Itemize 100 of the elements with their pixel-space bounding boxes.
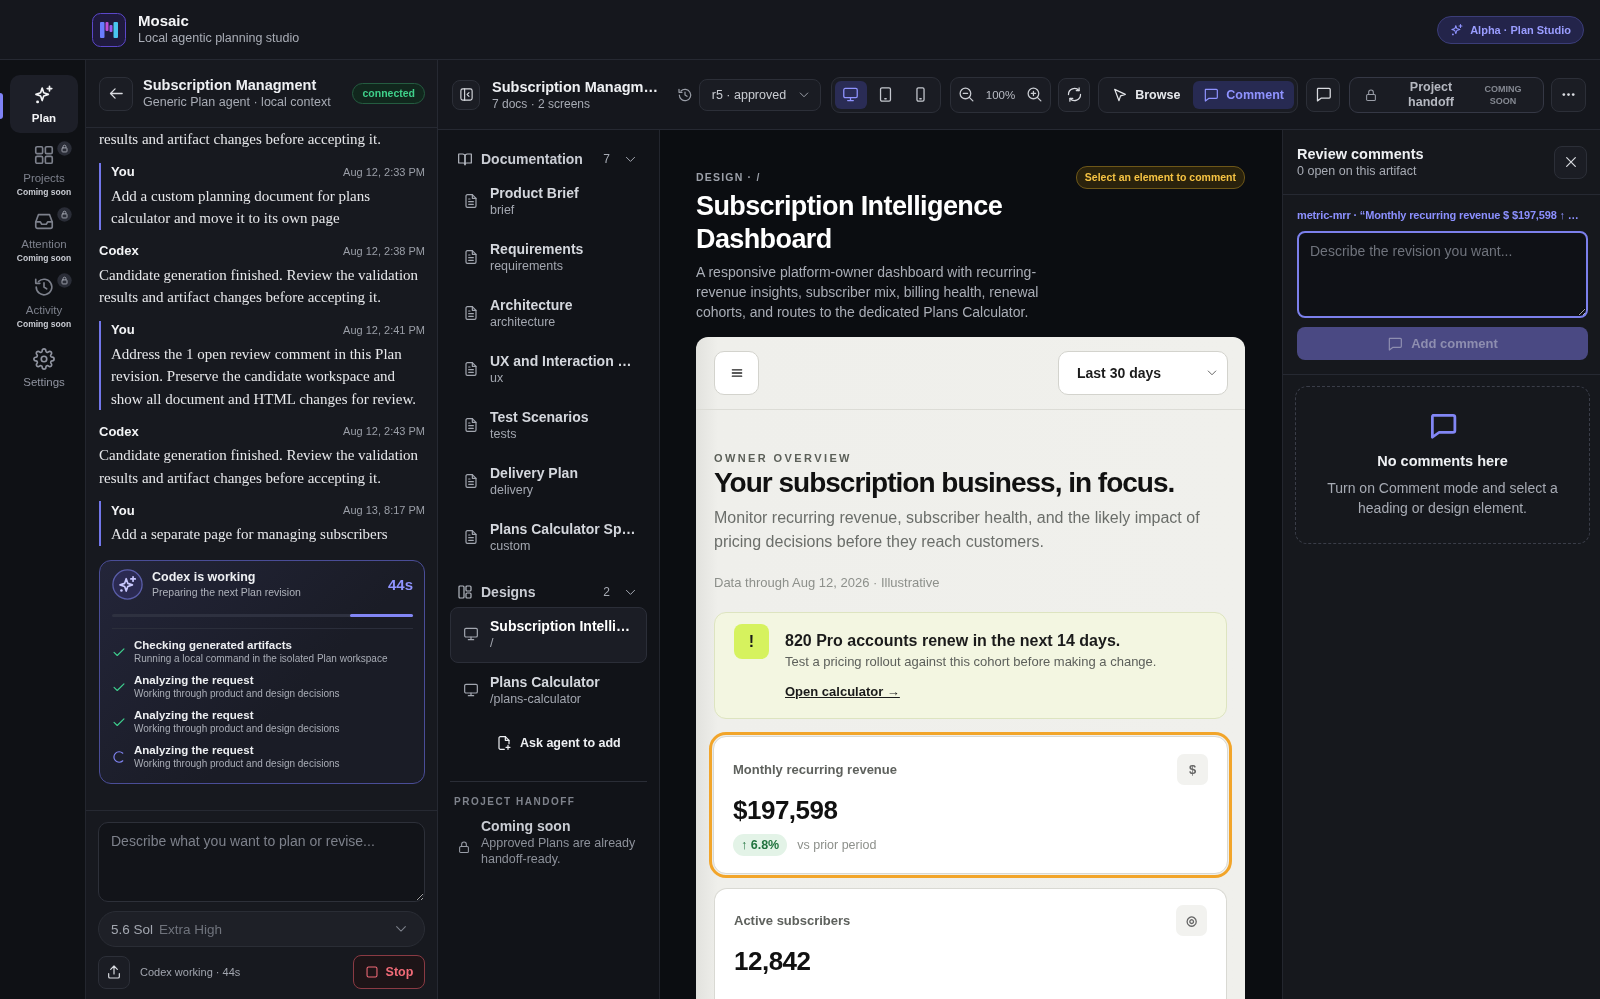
model-select[interactable]: 5.6 Sol Extra High <box>98 911 425 947</box>
design-item[interactable]: Plans Calculator /plans-calculator <box>450 663 647 719</box>
upload-button[interactable] <box>98 955 130 989</box>
open-calculator-link[interactable]: Open calculator → <box>785 684 900 699</box>
chat-bubble-icon <box>1314 86 1332 103</box>
progress-subtitle: Preparing the next Plan revision <box>152 585 302 599</box>
history-icon <box>33 276 55 298</box>
item-path: delivery <box>490 482 535 498</box>
document-item[interactable]: UX and Interaction … ux <box>450 342 647 398</box>
chat-bubble-icon <box>1387 335 1404 352</box>
message-text: Address the 1 open review comment in this Plan revision. Preserve the candidate workspace and show all document and HTML changes for review. <box>111 344 418 409</box>
alert-icon: ! <box>734 624 769 659</box>
document-icon <box>463 305 479 321</box>
history-icon <box>676 86 693 103</box>
message-text: Add a separate page for managing subscribers <box>111 525 389 544</box>
monitor-icon <box>463 682 479 698</box>
design-item[interactable]: Subscription Intelli… / <box>450 607 647 663</box>
item-path: architecture <box>490 314 557 330</box>
section-header[interactable]: Designs 2 <box>450 577 647 607</box>
message-author: You <box>111 502 135 518</box>
message-time: Aug 12, 2:38 PM <box>343 244 425 257</box>
metric-icon: $ <box>1177 754 1208 785</box>
document-icon <box>463 361 479 377</box>
metric-icon: ◎ <box>1176 905 1207 936</box>
sidebar-toggle-button[interactable] <box>452 79 480 110</box>
comments-panel-button[interactable] <box>1306 77 1340 112</box>
message-author: You <box>111 322 135 337</box>
rail-nav-item[interactable]: Activity Coming soon <box>10 270 78 335</box>
step-detail: Running a local command in the isolated Plan workspace <box>134 651 388 666</box>
panel-icon <box>458 87 474 102</box>
date-range-select[interactable]: Last 30 days <box>1058 351 1228 395</box>
document-icon <box>463 529 479 545</box>
rail-nav-item[interactable]: Settings <box>10 342 78 394</box>
handoff-text: Approved Plans are already handoff-ready. <box>481 835 637 867</box>
document-item[interactable]: Requirements requirements <box>450 230 647 286</box>
device-button[interactable] <box>834 80 867 109</box>
message-author: Codex <box>99 423 139 439</box>
version-select[interactable]: r5 · approved <box>698 78 821 111</box>
document-item[interactable]: Product Brief brief <box>450 174 647 230</box>
message-text: Candidate generation finished. Review the validation results and artifact changes before accepting it. <box>99 446 420 488</box>
dashboard-intro: Monitor recurring revenue, subscriber health, and the likely impact of pricing decisions before they reach customers. <box>714 508 1201 552</box>
coming-soon-label: Coming soon <box>16 253 72 264</box>
document-item[interactable]: Test Scenarios tests <box>450 398 647 454</box>
alert-text: Test a pricing rollout against this cohort before making a change. <box>785 653 1157 670</box>
document-item[interactable]: Delivery Plan delivery <box>450 454 647 510</box>
ask-agent-button[interactable]: Ask agent to add <box>496 726 621 760</box>
rail-nav-item[interactable]: Attention Coming soon <box>10 204 78 269</box>
item-path: brief <box>490 202 516 218</box>
section-header[interactable]: Documentation 7 <box>450 144 647 174</box>
step-title: Analyzing the request <box>134 742 255 757</box>
change-badge: ↑ 6.8% <box>733 834 788 856</box>
coming-soon-label: Coming soon <box>16 187 72 198</box>
upload-icon <box>106 964 122 980</box>
item-path: custom <box>490 538 532 554</box>
message-author: Codex <box>99 243 139 258</box>
document-item[interactable]: Plans Calculator Sp… custom <box>450 510 647 566</box>
progress-title: Codex is working <box>152 569 257 585</box>
connection-status: connected <box>352 83 425 104</box>
chat-bubble-icon <box>1203 86 1220 103</box>
document-icon <box>463 193 479 209</box>
comparison-label: vs prior period <box>797 838 877 852</box>
step-detail: Working through product and design decisions <box>134 756 340 771</box>
chat-title: Subscription Managment <box>143 76 318 94</box>
menu-button[interactable] <box>714 351 759 395</box>
chat-subtitle: Generic Plan agent · local context <box>143 94 332 111</box>
mode-button[interactable]: Browse <box>1102 80 1191 109</box>
document-icon <box>463 417 479 433</box>
plan-title: Subscription Managm… <box>492 77 659 96</box>
document-icon <box>463 249 479 265</box>
item-path: /plans-calculator <box>490 691 582 707</box>
mode-button[interactable]: Comment <box>1193 80 1294 109</box>
document-item[interactable]: Architecture architecture <box>450 286 647 342</box>
square-icon <box>364 965 379 979</box>
metric-value: 12,842 <box>734 946 812 976</box>
refresh-button[interactable] <box>1058 77 1091 112</box>
zoom-out-icon <box>958 86 976 103</box>
cursor-icon <box>1112 86 1129 103</box>
message-author: You <box>111 164 135 179</box>
comment-hint-badge: Select an element to comment <box>1075 165 1245 189</box>
step-detail: Working through product and design decisions <box>134 686 340 701</box>
coming-soon-label: COMING SOON <box>1483 82 1523 107</box>
prompt-input[interactable]: Describe what you want to plan or revise... <box>98 822 425 902</box>
data-note: Data through Aug 12, 2026 · Illustrative <box>714 575 941 591</box>
coming-soon-label: Coming soon <box>16 319 72 330</box>
app-name: Mosaic <box>138 12 190 30</box>
close-button[interactable] <box>1554 145 1587 179</box>
rail-nav-item[interactable]: Projects Coming soon <box>10 138 78 203</box>
comment-input[interactable]: Describe the revision you want... <box>1297 231 1588 318</box>
elapsed-time: 44s <box>387 575 413 593</box>
message-time: Aug 13, 8:17 PM <box>343 504 425 516</box>
rail-nav-item[interactable]: Plan <box>10 75 78 133</box>
back-button[interactable] <box>99 76 133 111</box>
refresh-icon <box>1065 86 1083 103</box>
stop-button[interactable]: Stop <box>353 955 425 989</box>
alert-title: 820 Pro accounts renew in the next 14 days. <box>785 631 1122 651</box>
app-tagline: Local agentic planning studio <box>138 30 300 47</box>
agent-status: Codex working · 44s <box>140 966 242 978</box>
section-eyebrow: OWNER OVERVIEW <box>714 451 853 465</box>
logo-icon <box>92 12 126 47</box>
empty-title: No comments here <box>1377 452 1508 470</box>
